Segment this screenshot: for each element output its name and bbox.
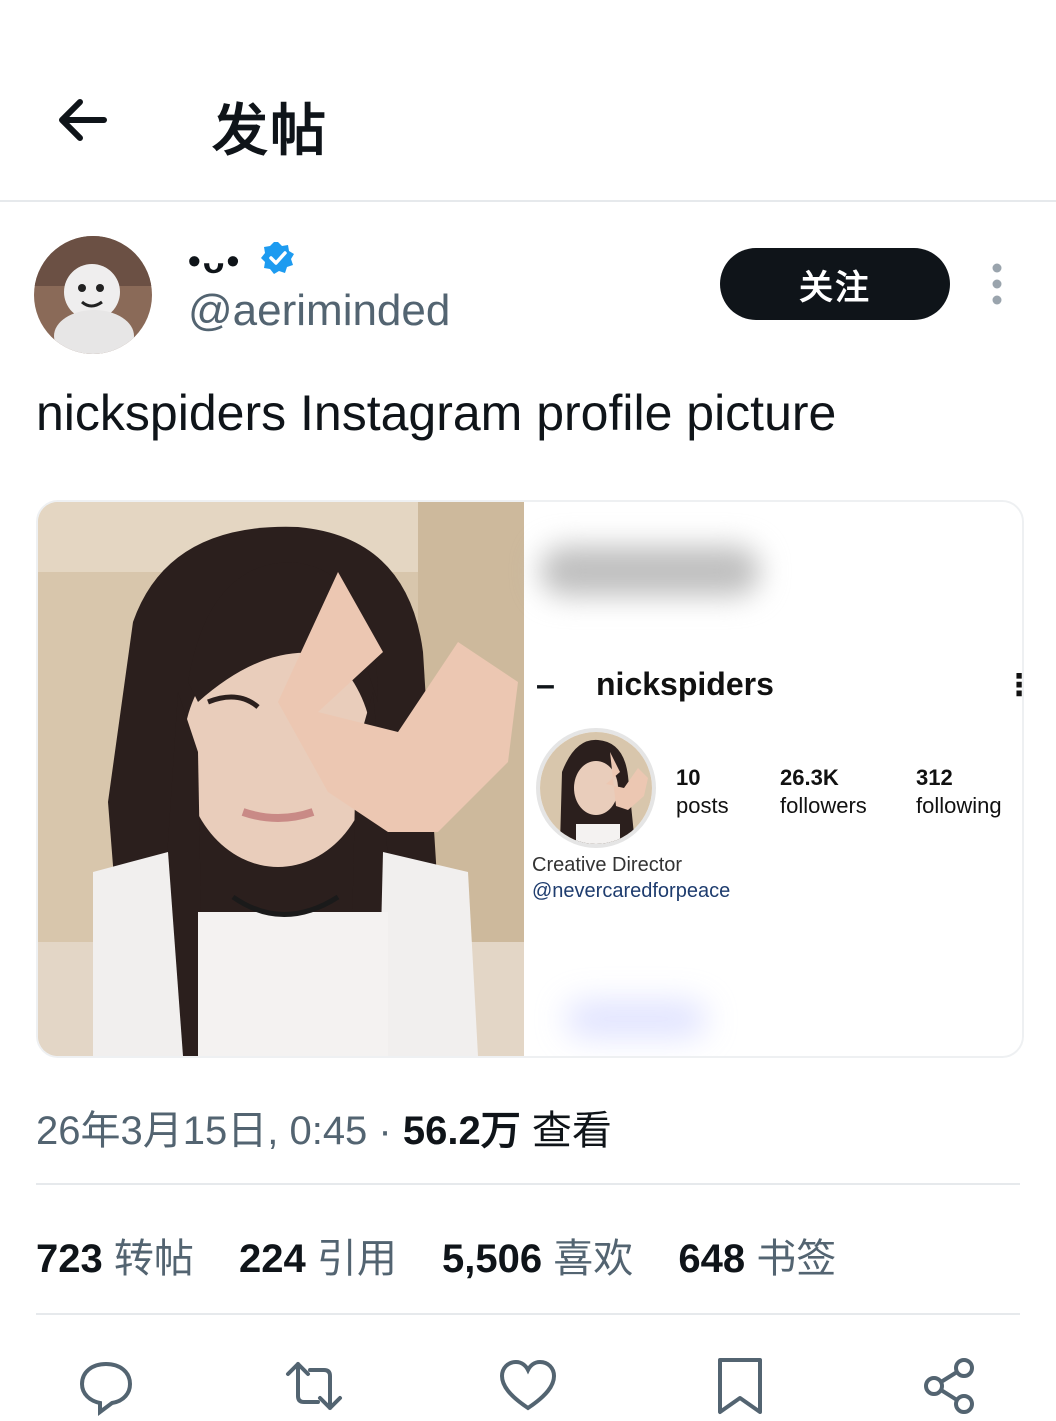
reposts-label: 转帖 — [113, 1237, 194, 1281]
share-icon[interactable] — [920, 1356, 980, 1416]
quotes-label: 引用 — [316, 1237, 397, 1281]
tweet-datetime: 26年3月15日, 0:45 · — [36, 1109, 403, 1153]
back-arrow-icon[interactable] — [54, 92, 110, 148]
reply-icon[interactable] — [76, 1356, 136, 1416]
likes-count: 5,506 — [442, 1237, 543, 1281]
ig-following-label: following — [916, 793, 1002, 818]
bookmark-icon[interactable] — [710, 1356, 770, 1416]
follow-button[interactable]: 关注 — [720, 248, 950, 320]
ig-bio-title: Creative Director — [532, 854, 683, 876]
top-bar: 发帖 — [0, 0, 1056, 202]
heart-icon[interactable] — [498, 1356, 558, 1416]
ig-posts-label: posts — [676, 793, 729, 818]
media-instagram-screenshot[interactable]: – nickspiders ⋮ 10 posts 26.3K followers… — [532, 502, 1022, 1056]
ig-more-icon: ⋮ — [1004, 668, 1022, 703]
author-avatar[interactable] — [34, 236, 152, 354]
author-handle[interactable]: @aeriminded — [188, 286, 450, 336]
likes-stat[interactable]: 5,506 喜欢 — [442, 1237, 633, 1281]
ig-followers-stat: 26.3K followers — [780, 764, 867, 820]
views-count: 56.2万 — [402, 1109, 521, 1153]
divider — [36, 1313, 1020, 1315]
ig-posts-stat: 10 posts — [676, 764, 729, 820]
bookmarks-label: 书签 — [756, 1237, 837, 1281]
ig-following-stat: 312 following — [916, 764, 1002, 820]
ig-followers-count: 26.3K — [780, 765, 839, 790]
tweet-media: – nickspiders ⋮ 10 posts 26.3K followers… — [36, 500, 1024, 1058]
quotes-count: 224 — [239, 1237, 306, 1281]
reposts-stat[interactable]: 723 转帖 — [36, 1237, 194, 1281]
verified-badge-icon — [260, 240, 296, 276]
ig-avatar — [536, 728, 656, 848]
quotes-stat[interactable]: 224 引用 — [239, 1237, 397, 1281]
tweet-text: nickspiders Instagram profile picture — [36, 385, 837, 441]
blurred-area — [540, 546, 760, 596]
bookmarks-stat[interactable]: 648 书签 — [678, 1237, 836, 1281]
reposts-count: 723 — [36, 1237, 103, 1281]
media-photo-portrait[interactable] — [38, 502, 524, 1056]
engagement-stats: 723 转帖 224 引用 5,506 喜欢 648 书签 — [36, 1226, 870, 1284]
likes-label: 喜欢 — [553, 1237, 634, 1281]
ig-bio-link: @nevercaredforpeace — [532, 880, 731, 902]
ig-posts-count: 10 — [676, 765, 701, 790]
more-options-icon[interactable] — [980, 262, 1014, 306]
repost-icon[interactable] — [284, 1356, 344, 1416]
divider — [36, 1183, 1020, 1185]
page-title: 发帖 — [212, 99, 328, 162]
ig-username: nickspiders — [596, 666, 774, 702]
blurred-area — [566, 1002, 706, 1036]
author-display-name[interactable]: •ᴗ• — [188, 240, 241, 282]
views-label: 查看 — [531, 1109, 612, 1153]
ig-back-icon: – — [536, 666, 555, 704]
tweet-meta: 26年3月15日, 0:45 · 56.2万 查看 — [36, 1098, 612, 1156]
ig-followers-label: followers — [780, 793, 867, 818]
ig-following-count: 312 — [916, 765, 953, 790]
bookmarks-count: 648 — [678, 1237, 746, 1281]
